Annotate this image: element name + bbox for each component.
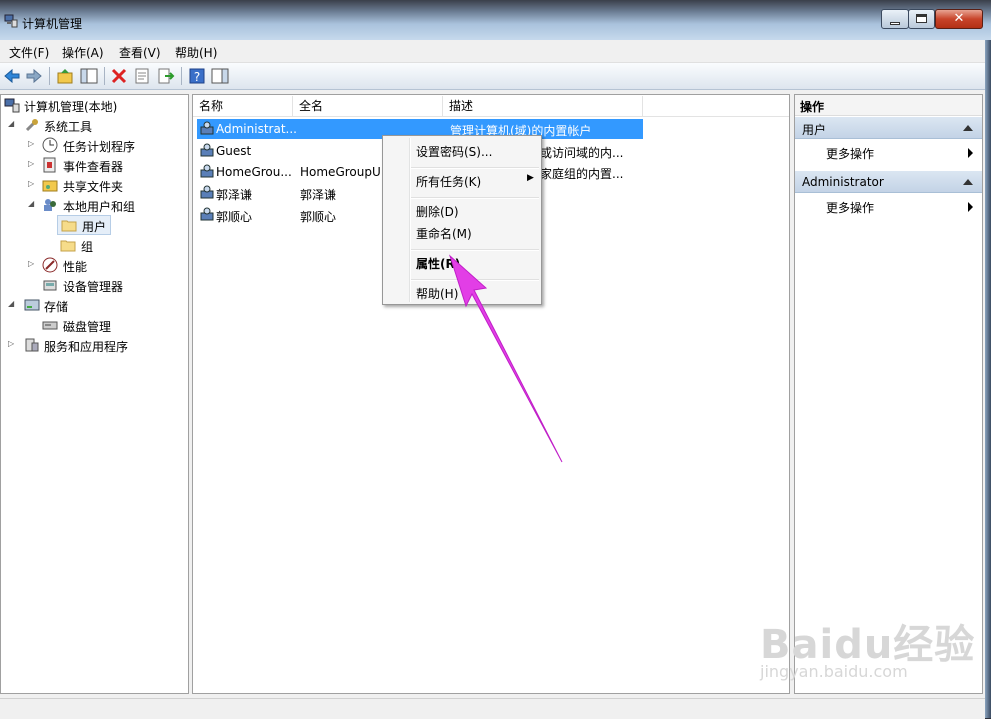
storage-icon bbox=[24, 299, 40, 311]
performance-icon bbox=[42, 257, 58, 273]
column-header-description[interactable]: 描述 bbox=[443, 96, 643, 117]
expand-arrow-icon[interactable]: ▷ bbox=[28, 136, 38, 152]
close-button[interactable]: ✕ bbox=[935, 9, 983, 29]
cell-name: HomeGrou... bbox=[216, 165, 292, 179]
watermark-url: jingyan.baidu.com bbox=[760, 662, 908, 681]
cell-fullname: HomeGroupU bbox=[300, 165, 381, 179]
actions-group-users[interactable]: 用户 bbox=[795, 117, 982, 139]
expand-arrow-icon[interactable]: ▷ bbox=[8, 336, 18, 352]
cell-description: 家庭组的内置... bbox=[540, 167, 624, 181]
status-bar bbox=[0, 698, 985, 719]
forward-icon[interactable] bbox=[25, 67, 43, 85]
menu-separator bbox=[411, 197, 539, 199]
menu-bar: 文件(F) 操作(A) 查看(V) 帮助(H) bbox=[0, 40, 985, 63]
users-groups-icon bbox=[44, 199, 56, 211]
collapse-arrow-icon[interactable]: ◢ bbox=[8, 116, 18, 132]
window-frame bbox=[985, 40, 991, 718]
export-icon[interactable] bbox=[157, 67, 175, 85]
window-title: 计算机管理 bbox=[22, 17, 83, 31]
cell-description: 或访问域的内... bbox=[540, 146, 624, 160]
collapse-icon[interactable] bbox=[963, 125, 973, 131]
submenu-arrow-icon: ▶ bbox=[527, 173, 534, 183]
close-icon: ✕ bbox=[953, 11, 965, 26]
user-icon bbox=[200, 121, 214, 135]
shared-folder-icon bbox=[42, 180, 58, 192]
cell-name: 郭泽谦 bbox=[216, 188, 253, 202]
cell-name: Guest bbox=[216, 144, 252, 158]
event-viewer-icon bbox=[43, 157, 56, 173]
properties-icon[interactable] bbox=[133, 67, 151, 85]
menu-separator bbox=[411, 167, 539, 169]
toolbar-separator bbox=[104, 67, 105, 85]
submenu-arrow-icon bbox=[968, 148, 973, 158]
cell-fullname: 郭泽谦 bbox=[300, 188, 337, 202]
menu-item-rename[interactable]: 重命名(M) bbox=[416, 225, 472, 242]
action-more-actions[interactable]: 更多操作 bbox=[826, 199, 874, 216]
cell-name: Administrat... bbox=[216, 122, 297, 136]
menu-action[interactable]: 操作(A) bbox=[62, 44, 104, 61]
up-folder-icon[interactable] bbox=[56, 67, 74, 85]
show-action-pane-icon[interactable] bbox=[211, 67, 229, 85]
show-hide-tree-icon[interactable] bbox=[80, 67, 98, 85]
column-header-name[interactable]: 名称 bbox=[193, 96, 293, 117]
delete-icon[interactable] bbox=[110, 67, 128, 85]
back-icon[interactable] bbox=[3, 67, 21, 85]
cell-name: 郭顺心 bbox=[216, 210, 253, 224]
menu-item-all-tasks[interactable]: 所有任务(K) bbox=[416, 173, 481, 190]
submenu-arrow-icon bbox=[968, 202, 973, 212]
disk-icon bbox=[42, 321, 58, 330]
collapse-icon[interactable] bbox=[963, 179, 973, 185]
column-header-filler bbox=[643, 96, 789, 117]
expand-arrow-icon[interactable]: ▷ bbox=[28, 176, 38, 192]
menu-view[interactable]: 查看(V) bbox=[119, 44, 161, 61]
user-icon bbox=[200, 164, 214, 178]
menu-item-set-password[interactable]: 设置密码(S)... bbox=[416, 143, 492, 160]
toolbar: ? bbox=[0, 63, 985, 90]
user-icon bbox=[200, 207, 214, 221]
user-icon bbox=[200, 185, 214, 199]
computer-management-icon bbox=[4, 98, 20, 113]
collapse-arrow-icon[interactable]: ◢ bbox=[8, 296, 18, 312]
title-bar bbox=[0, 0, 991, 40]
collapse-arrow-icon[interactable]: ◢ bbox=[28, 196, 38, 212]
services-icon bbox=[25, 338, 39, 352]
expand-arrow-icon[interactable]: ▷ bbox=[28, 156, 38, 172]
menu-item-delete[interactable]: 删除(D) bbox=[416, 203, 459, 220]
tools-icon bbox=[25, 119, 38, 132]
device-manager-icon bbox=[43, 280, 57, 291]
toolbar-separator bbox=[49, 67, 50, 85]
cell-fullname: 郭顺心 bbox=[300, 210, 337, 224]
tree-item-users[interactable]: 用户 bbox=[57, 215, 111, 235]
computer-management-icon bbox=[4, 14, 18, 28]
user-icon bbox=[200, 143, 214, 157]
actions-group-administrator[interactable]: Administrator bbox=[795, 171, 982, 193]
folder-icon bbox=[60, 240, 76, 252]
annotation-arrow-icon bbox=[448, 254, 563, 463]
maximize-button[interactable] bbox=[908, 9, 935, 29]
minimize-button[interactable] bbox=[881, 9, 909, 29]
clock-icon bbox=[42, 137, 58, 153]
svg-text:?: ? bbox=[194, 70, 200, 84]
actions-header: 操作 bbox=[795, 95, 982, 116]
menu-gutter bbox=[409, 138, 411, 302]
watermark: Baidu经验 jingyan.baidu.com bbox=[760, 612, 975, 681]
menu-file[interactable]: 文件(F) bbox=[9, 44, 49, 61]
folder-icon bbox=[61, 220, 77, 232]
expand-arrow-icon[interactable]: ▷ bbox=[28, 256, 38, 272]
action-more-actions[interactable]: 更多操作 bbox=[826, 145, 874, 162]
menu-help[interactable]: 帮助(H) bbox=[175, 44, 217, 61]
toolbar-separator bbox=[181, 67, 182, 85]
column-header-fullname[interactable]: 全名 bbox=[293, 96, 443, 117]
help-icon[interactable]: ? bbox=[188, 67, 206, 85]
